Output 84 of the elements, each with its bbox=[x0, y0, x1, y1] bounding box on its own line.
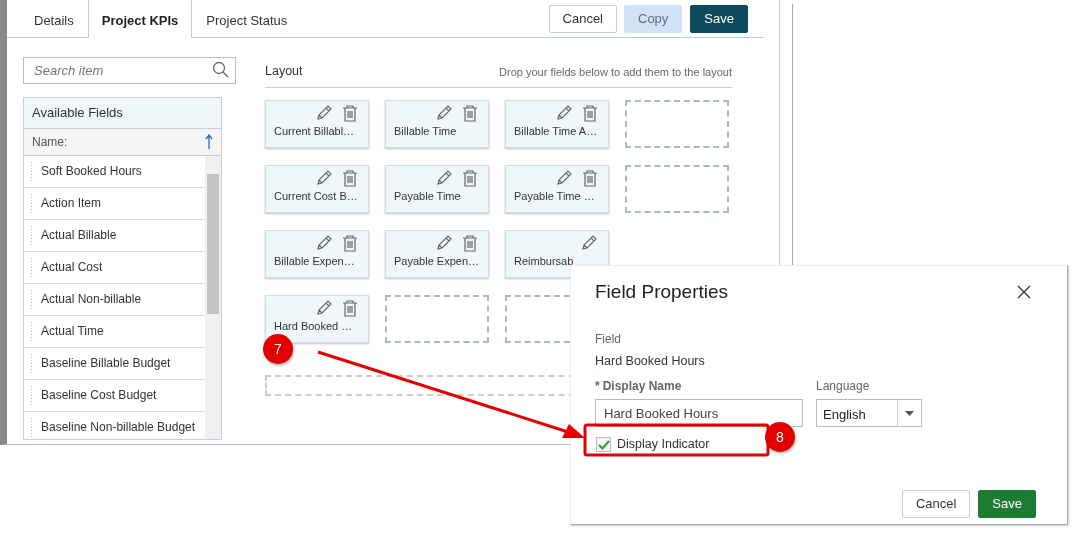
layout-field-tile[interactable]: Current Cost B… bbox=[265, 164, 369, 213]
section-title: Layout bbox=[265, 63, 303, 80]
field-name: Soft Booked Hours bbox=[41, 163, 142, 180]
tile-label: Payable Time … bbox=[514, 189, 596, 205]
checkbox[interactable] bbox=[596, 437, 611, 453]
column-header[interactable]: Name: bbox=[24, 128, 221, 156]
drag-handle-icon[interactable] bbox=[30, 193, 33, 213]
tab[interactable]: Project KPIs bbox=[87, 0, 193, 38]
edit-icon[interactable] bbox=[435, 103, 453, 122]
edit-icon[interactable] bbox=[580, 233, 598, 252]
search-icon[interactable] bbox=[212, 61, 230, 79]
field-name: Baseline Non-billable Budget bbox=[41, 419, 196, 436]
search-field[interactable]: Search item bbox=[23, 57, 236, 84]
tile-label: Billable Time bbox=[394, 124, 458, 140]
drag-handle-icon[interactable] bbox=[30, 417, 33, 437]
drag-handle-icon[interactable] bbox=[30, 289, 33, 309]
delete-icon[interactable] bbox=[342, 168, 358, 187]
delete-icon[interactable] bbox=[342, 298, 358, 317]
layout-field-tile[interactable]: Billable Expen… bbox=[265, 229, 369, 278]
field-label: Field bbox=[595, 330, 622, 348]
toolbar-button[interactable]: Copy bbox=[624, 4, 683, 33]
tile-label: Hard Booked … bbox=[274, 319, 354, 335]
close-button[interactable] bbox=[1017, 285, 1031, 300]
tab[interactable]: Project Status bbox=[192, 2, 302, 38]
layout-field-tile[interactable]: Current Billabl… bbox=[265, 99, 369, 148]
field-value: Hard Booked Hours bbox=[595, 352, 706, 370]
drag-handle-icon[interactable] bbox=[30, 385, 33, 405]
delete-icon[interactable] bbox=[462, 103, 478, 122]
layout-field-tile[interactable]: Billable Time A… bbox=[505, 99, 609, 148]
required-mark: * bbox=[595, 379, 600, 394]
field-name: Actual Cost bbox=[41, 259, 103, 276]
scrollbar[interactable] bbox=[205, 155, 221, 439]
field-name: Actual Non-billable bbox=[41, 291, 142, 308]
layout-hint: Drop your fields below to add them to the layout bbox=[499, 65, 732, 81]
checkbox-label[interactable]: Display Indicator bbox=[617, 435, 710, 454]
sort-label: Name: bbox=[32, 133, 68, 151]
drag-handle-icon[interactable] bbox=[30, 257, 33, 277]
tile-label: Billable Expen… bbox=[274, 254, 356, 270]
edit-icon[interactable] bbox=[315, 168, 333, 187]
tile-label: Reimbursab bbox=[514, 254, 575, 270]
edit-icon[interactable] bbox=[315, 103, 333, 122]
delete-icon[interactable] bbox=[342, 103, 358, 122]
dialog-title: Field Properties bbox=[595, 280, 729, 304]
drag-handle-icon[interactable] bbox=[30, 353, 33, 373]
edit-icon[interactable] bbox=[435, 233, 453, 252]
drag-handle-icon[interactable] bbox=[30, 321, 33, 341]
layout-field-tile[interactable]: Hard Booked … bbox=[265, 294, 369, 343]
edit-icon[interactable] bbox=[315, 298, 333, 317]
edit-icon[interactable] bbox=[555, 103, 573, 122]
toolbar-button[interactable]: Save bbox=[690, 4, 748, 33]
field-name: Actual Billable bbox=[41, 227, 117, 244]
edit-icon[interactable] bbox=[435, 168, 453, 187]
delete-icon[interactable] bbox=[342, 233, 358, 252]
language-dropdown[interactable]: English bbox=[816, 399, 922, 428]
layout-field-tile[interactable]: Payable Time bbox=[385, 164, 489, 213]
field-name: Baseline Cost Budget bbox=[41, 387, 157, 404]
layout-field-tile[interactable]: Reimbursab bbox=[505, 229, 609, 278]
delete-icon[interactable] bbox=[462, 233, 478, 252]
layout-field-tile[interactable]: Billable Time bbox=[385, 99, 489, 148]
delete-icon[interactable] bbox=[582, 103, 598, 122]
field-label: Language bbox=[816, 378, 871, 396]
tile-label: Payable Time bbox=[394, 189, 462, 205]
tile-label: Payable Expen… bbox=[394, 254, 480, 270]
toolbar-button[interactable]: Cancel bbox=[548, 4, 617, 33]
delete-icon[interactable] bbox=[582, 168, 598, 187]
sort-arrow-icon[interactable] bbox=[205, 132, 213, 151]
tile-label: Current Billabl… bbox=[274, 124, 356, 140]
edit-icon[interactable] bbox=[315, 233, 333, 252]
layout-field-tile[interactable]: Payable Expen… bbox=[385, 229, 489, 278]
field-name: Baseline Billable Budget bbox=[41, 355, 171, 372]
drag-handle-icon[interactable] bbox=[30, 225, 33, 245]
field-label: Display Name bbox=[602, 379, 682, 394]
dialog-button[interactable]: Save bbox=[978, 490, 1036, 518]
tile-label: Current Cost B… bbox=[274, 189, 359, 205]
edit-icon[interactable] bbox=[555, 168, 573, 187]
dialog-button[interactable]: Cancel bbox=[901, 490, 971, 518]
layout-field-tile[interactable]: Payable Time … bbox=[505, 164, 609, 213]
field-name: Actual Time bbox=[41, 323, 104, 340]
field-name: Action Item bbox=[41, 195, 102, 212]
drag-handle-icon[interactable] bbox=[30, 161, 33, 181]
tab[interactable]: Details bbox=[20, 2, 88, 38]
delete-icon[interactable] bbox=[462, 168, 478, 187]
panel-title: Available Fields bbox=[24, 98, 221, 129]
tile-label: Billable Time A… bbox=[514, 124, 599, 140]
